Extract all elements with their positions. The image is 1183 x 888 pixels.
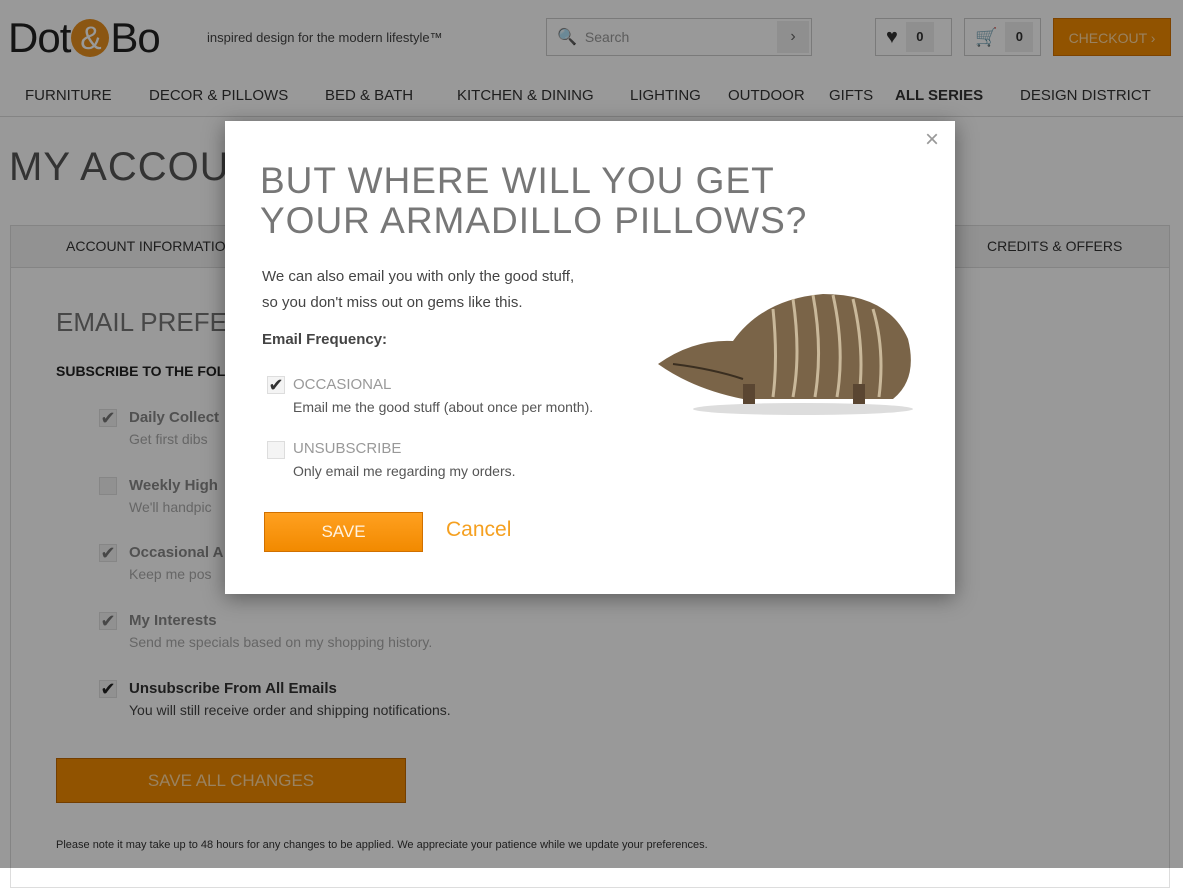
modal-text-line: We can also email you with only the good…	[262, 268, 575, 285]
unsubscribe-checkbox[interactable]	[267, 441, 285, 459]
modal-title-line: BUT WHERE WILL YOU GET	[260, 160, 775, 201]
modal-title: BUT WHERE WILL YOU GET YOUR ARMADILLO PIL…	[260, 161, 807, 241]
option-desc: Email me the good stuff (about once per …	[293, 399, 594, 415]
save-button[interactable]: SAVE	[264, 512, 423, 552]
option-label: UNSUBSCRIBE	[293, 440, 402, 457]
option-label: OCCASIONAL	[293, 376, 392, 393]
close-icon[interactable]: ×	[925, 126, 939, 154]
cancel-button[interactable]: Cancel	[446, 518, 511, 542]
modal-text-line: so you don't miss out on gems like this.	[262, 294, 523, 311]
frequency-label: Email Frequency:	[262, 331, 388, 348]
armadillo-pillow-image	[658, 294, 913, 415]
modal-text: We can also email you with only the good…	[262, 264, 574, 316]
modal-title-line: YOUR ARMADILLO PILLOWS?	[260, 200, 808, 241]
email-frequency-modal: × BUT WHERE WILL YOU GET YOUR ARMADILLO P…	[225, 121, 955, 594]
occasional-checkbox[interactable]: ✔	[267, 376, 285, 394]
option-desc: Only email me regarding my orders.	[293, 463, 516, 479]
